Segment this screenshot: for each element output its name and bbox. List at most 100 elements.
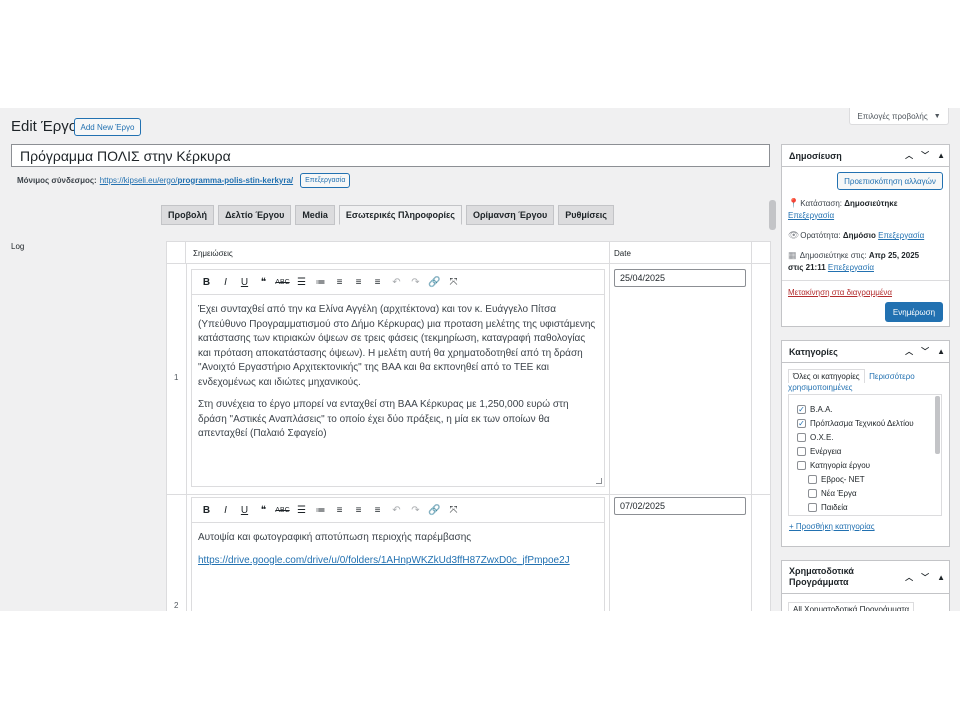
editor-content[interactable]: Έχει συνταχθεί από την κα Ελίνα Αγγέλη (… <box>192 295 604 458</box>
checkbox-icon[interactable] <box>797 433 806 442</box>
checkbox-icon[interactable] <box>808 489 817 498</box>
strikethrough-icon[interactable]: ABC <box>273 273 292 292</box>
collapse-toggle-icon[interactable]: ▲ <box>937 572 945 583</box>
category-item[interactable]: ✓ Πρόπλασμα Τεχνικού Δελτίου <box>797 419 914 428</box>
link-icon[interactable]: 🔗 <box>425 501 444 520</box>
tab-all-funding-programs[interactable]: All Χρηματοδοτικά Προγράμματα <box>788 602 915 611</box>
header-divider <box>609 242 610 264</box>
blockquote-icon[interactable]: ❝ <box>254 501 273 520</box>
permalink-link[interactable]: https://kipseli.eu/ergo/programma-polis-… <box>100 176 293 185</box>
chevron-up-icon[interactable]: ︿ <box>905 150 913 161</box>
checkbox-checked-icon[interactable]: ✓ <box>797 405 806 414</box>
italic-icon[interactable]: I <box>216 273 235 292</box>
metabox-scrollbar[interactable] <box>769 200 776 230</box>
bullet-list-icon[interactable]: ☰ <box>292 273 311 292</box>
underline-icon[interactable]: U <box>235 273 254 292</box>
category-label: Β.Α.Α. <box>810 405 833 414</box>
checkbox-checked-icon[interactable]: ✓ <box>797 419 806 428</box>
undo-icon[interactable]: ↶ <box>387 273 406 292</box>
category-label: Νέα Έργα <box>821 489 857 498</box>
checkbox-icon[interactable] <box>808 475 817 484</box>
date-field[interactable]: 25/04/2025 <box>614 269 746 287</box>
category-item[interactable]: Ενέργεια <box>797 447 841 456</box>
underline-icon[interactable]: U <box>235 501 254 520</box>
category-item[interactable]: Εβρος- ΝΕΤ <box>808 475 865 484</box>
align-center-icon[interactable]: ≡ <box>349 501 368 520</box>
status-value: Δημοσιεύτηκε <box>844 199 898 208</box>
row-number[interactable]: 2 <box>174 601 178 610</box>
blockquote-icon[interactable]: ❝ <box>254 273 273 292</box>
tab-maturity[interactable]: Ορίμανση Έργου <box>465 205 555 225</box>
fullscreen-icon[interactable]: ⤧ <box>444 273 463 292</box>
strikethrough-icon[interactable]: ABC <box>273 501 292 520</box>
align-left-icon[interactable]: ≡ <box>330 273 349 292</box>
preview-changes-button[interactable]: Προεπισκόπηση αλλαγών <box>837 172 943 190</box>
redo-icon[interactable]: ↷ <box>406 501 425 520</box>
align-center-icon[interactable]: ≡ <box>349 273 368 292</box>
chevron-up-icon[interactable]: ︿ <box>905 346 913 357</box>
chevron-down-icon[interactable]: ﹀ <box>921 572 929 583</box>
checkbox-icon[interactable] <box>808 503 817 512</box>
update-button[interactable]: Ενημέρωση <box>885 302 943 322</box>
date-field[interactable]: 07/02/2025 <box>614 497 746 515</box>
category-item[interactable]: Παιδεία <box>808 503 848 512</box>
permalink-edit-button[interactable]: Επεξεργασία <box>300 172 351 188</box>
category-item[interactable]: Νέα Έργα <box>808 489 857 498</box>
align-right-icon[interactable]: ≡ <box>368 501 387 520</box>
tab-all-categories[interactable]: Όλες οι κατηγορίες <box>788 369 865 383</box>
align-right-icon[interactable]: ≡ <box>368 273 387 292</box>
log-repeater: Σημειώσεις Date 1 B I U ❝ ABC ☰ ≔ ≡ ≡ ≡ … <box>166 241 771 611</box>
tab-view[interactable]: Προβολή <box>161 205 215 225</box>
chevron-up-icon[interactable]: ︿ <box>905 572 913 583</box>
chevron-down-icon[interactable]: ﹀ <box>921 346 929 357</box>
move-to-trash-link[interactable]: Μετακίνηση στα διαγραμμένα <box>788 288 892 297</box>
editor-toolbar: B I U ❝ ABC ☰ ≔ ≡ ≡ ≡ ↶ ↷ 🔗 ⤧ <box>192 270 604 295</box>
category-item[interactable]: Κατηγορία έργου <box>797 461 870 470</box>
category-scrollbar[interactable] <box>935 396 940 454</box>
drive-link[interactable]: https://drive.google.com/drive/u/0/folde… <box>198 555 570 566</box>
box-controls: ︿ ﹀ ▲ <box>905 561 945 593</box>
published-edit-link[interactable]: Επεξεργασία <box>828 263 874 272</box>
post-title-input[interactable]: Πρόγραμμα ΠΟΛΙΣ στην Κέρκυρα <box>11 144 770 167</box>
bullet-list-icon[interactable]: ☰ <box>292 501 311 520</box>
undo-icon[interactable]: ↶ <box>387 501 406 520</box>
bold-icon[interactable]: B <box>197 273 216 292</box>
wp-edit-screen: Επιλογές προβολής ▼ Edit Έργο Add New Έρ… <box>0 108 960 611</box>
category-item[interactable]: Ο.Χ.Ε. <box>797 433 834 442</box>
permalink-base: https://kipseli.eu/ergo/ <box>99 175 178 185</box>
editor-toolbar: B I U ❝ ABC ☰ ≔ ≡ ≡ ≡ ↶ ↷ 🔗 ⤧ <box>192 498 604 523</box>
published-label: Δημοσιεύτηκε στις: <box>799 251 867 260</box>
eye-icon: 👁 <box>788 230 800 240</box>
bold-icon[interactable]: B <box>197 501 216 520</box>
add-new-button[interactable]: Add New Έργο <box>74 118 141 136</box>
link-icon[interactable]: 🔗 <box>425 273 444 292</box>
repeater-header: Σημειώσεις Date <box>167 242 770 264</box>
row-number[interactable]: 1 <box>174 373 178 382</box>
note-paragraph: Αυτοψία και φωτογραφική αποτύπωση περιοχ… <box>198 532 472 543</box>
resize-handle[interactable] <box>596 478 602 484</box>
collapse-toggle-icon[interactable]: ▲ <box>937 151 945 160</box>
screen-options-button[interactable]: Επιλογές προβολής ▼ <box>849 108 949 125</box>
italic-icon[interactable]: I <box>216 501 235 520</box>
row-divider <box>167 494 771 495</box>
align-left-icon[interactable]: ≡ <box>330 501 349 520</box>
numbered-list-icon[interactable]: ≔ <box>311 273 330 292</box>
collapse-toggle-icon[interactable]: ▲ <box>937 347 945 356</box>
category-item[interactable]: ✓ Β.Α.Α. <box>797 405 833 414</box>
tab-media[interactable]: Media <box>295 205 335 225</box>
visibility-edit-link[interactable]: Επεξεργασία <box>878 231 924 240</box>
add-category-link[interactable]: + Προσθήκη κατηγορίας <box>789 522 875 531</box>
tab-internal-info[interactable]: Εσωτερικές Πληροφορίες <box>338 205 462 225</box>
fullscreen-icon[interactable]: ⤧ <box>444 501 463 520</box>
status-edit-link[interactable]: Επεξεργασία <box>788 211 834 220</box>
tab-project-sheet[interactable]: Δελτίο Έργου <box>218 205 292 225</box>
checkbox-icon[interactable] <box>797 447 806 456</box>
tab-settings[interactable]: Ρυθμίσεις <box>558 205 614 225</box>
editor-content[interactable]: Αυτοψία και φωτογραφική αποτύπωση περιοχ… <box>192 523 604 584</box>
numbered-list-icon[interactable]: ≔ <box>311 501 330 520</box>
chevron-down-icon[interactable]: ﹀ <box>921 150 929 161</box>
published-time: στις 21:11 <box>788 263 826 272</box>
status-row: 📍 Κατάσταση: Δημοσιεύτηκε Επεξεργασία <box>788 197 898 222</box>
checkbox-icon[interactable] <box>797 461 806 470</box>
redo-icon[interactable]: ↷ <box>406 273 425 292</box>
